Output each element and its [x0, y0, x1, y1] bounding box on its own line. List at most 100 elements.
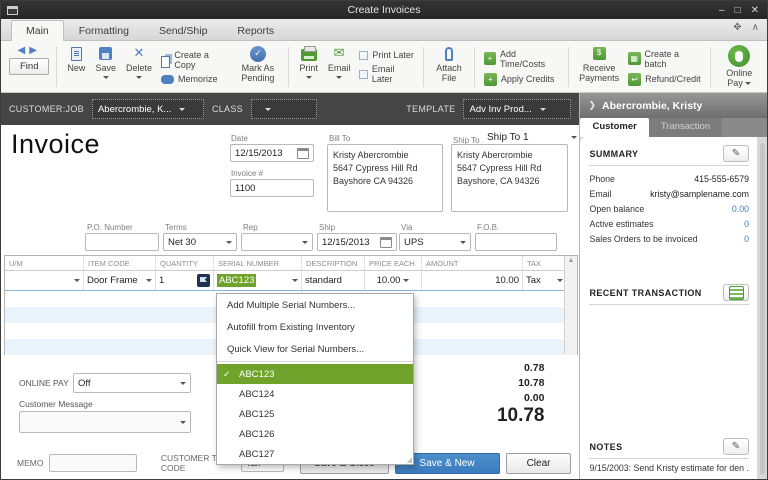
find-button[interactable]: Find: [9, 58, 50, 75]
class-select[interactable]: [250, 99, 317, 119]
online-pay-button[interactable]: Online Pay: [716, 44, 763, 90]
close-button[interactable]: ✕: [751, 5, 759, 16]
window-system-icon[interactable]: [7, 5, 18, 15]
forward-arrow-icon[interactable]: ▶: [29, 45, 41, 56]
clear-button[interactable]: Clear: [505, 452, 572, 474]
sales-orders-link[interactable]: 0: [744, 234, 749, 244]
serial-option-abc126[interactable]: ABC126: [217, 424, 413, 444]
delete-button[interactable]: ✕ Delete: [121, 44, 157, 90]
summary-row-sales-orders: Sales Orders to be invoiced 0: [589, 233, 749, 244]
create-a-copy-button[interactable]: Create a Copy: [160, 50, 228, 70]
create-a-batch-button[interactable]: ▦ Create a batch: [628, 49, 701, 69]
rep-select[interactable]: [241, 233, 313, 251]
online-pay-select[interactable]: Off: [73, 373, 191, 393]
report-icon: [728, 285, 744, 300]
add-time-costs-button[interactable]: + Add Time/Costs: [483, 49, 559, 69]
email-button[interactable]: ✉ Email: [323, 44, 356, 90]
edit-notes-button[interactable]: ✎: [723, 438, 749, 455]
table-scrollbar[interactable]: ▲: [564, 256, 577, 354]
memorize-button[interactable]: Memorize: [160, 74, 228, 84]
save-button[interactable]: Save: [90, 44, 121, 90]
bill-to-address[interactable]: Kristy Abercrombie 5647 Cypress Hill Rd …: [327, 144, 443, 212]
restore-panel-icon[interactable]: ✥: [733, 22, 741, 33]
item-code-cell[interactable]: Door Frame: [83, 271, 155, 290]
template-label: TEMPLATE: [406, 104, 456, 114]
menu-quick-view-serial-numbers[interactable]: Quick View for Serial Numbers...: [217, 338, 413, 360]
customer-job-select[interactable]: Abercrombie, K...: [91, 99, 204, 119]
receive-payments-button[interactable]: $ Receive Payments: [574, 44, 624, 90]
main-toolbar: ◀▶ Find New Save ✕ Delete Create a Copy …: [1, 41, 767, 93]
printer-icon: [300, 46, 317, 61]
maximize-button[interactable]: □: [735, 5, 741, 16]
recent-transaction-title: RECENT TRANSACTION: [589, 287, 702, 298]
back-arrow-icon[interactable]: ◀: [18, 45, 30, 56]
customer-job-bar: CUSTOMER:JOB Abercrombie, K... CLASS TEM…: [1, 93, 580, 125]
email-later-checkbox[interactable]: Email Later: [359, 64, 414, 84]
quantity-cell[interactable]: 1: [155, 271, 213, 290]
po-number-field[interactable]: [85, 233, 159, 251]
via-select[interactable]: UPS: [399, 233, 471, 251]
recent-transaction-report-button[interactable]: [723, 284, 749, 301]
refund-credit-button[interactable]: ↩ Refund/Credit: [628, 72, 701, 86]
active-estimates-link[interactable]: 0: [744, 219, 749, 229]
menu-add-multiple-serial-numbers[interactable]: Add Multiple Serial Numbers...: [217, 294, 413, 316]
print-button[interactable]: Print: [294, 44, 323, 90]
serial-option-abc123[interactable]: ✓ ABC123: [217, 364, 413, 384]
invoice-number-field[interactable]: 1100: [230, 179, 314, 197]
template-select[interactable]: Adv Inv Prod...: [463, 99, 572, 119]
serial-option-abc127[interactable]: ABC127: [217, 444, 413, 464]
panel-scrollbar[interactable]: [760, 143, 765, 475]
tab-customer[interactable]: Customer: [580, 118, 649, 137]
um-cell[interactable]: [5, 271, 83, 290]
collapse-ribbon-icon[interactable]: ∧: [752, 22, 759, 33]
fob-field[interactable]: [475, 233, 557, 251]
date-field[interactable]: 12/15/2013: [230, 144, 314, 162]
customer-message-select[interactable]: [19, 411, 191, 433]
tab-main[interactable]: Main: [11, 20, 64, 41]
serial-number-cell[interactable]: ABC123: [213, 271, 301, 290]
item-row[interactable]: Door Frame 1 ABC123 standard 10.00 10.00…: [5, 271, 577, 291]
collapse-panel-icon[interactable]: ❯: [588, 100, 596, 111]
terms-select[interactable]: Net 30: [163, 233, 237, 251]
attach-file-button[interactable]: Attach File: [429, 44, 469, 90]
calendar-icon[interactable]: [380, 236, 392, 248]
tab-formatting[interactable]: Formatting: [64, 20, 144, 40]
tab-reports[interactable]: Reports: [222, 20, 289, 40]
apply-credits-icon: +: [483, 72, 497, 86]
serial-number-icon[interactable]: [197, 274, 210, 287]
tab-send-ship[interactable]: Send/Ship: [144, 20, 222, 40]
new-button[interactable]: New: [62, 44, 90, 90]
ship-to-address[interactable]: Kristy Abercrombie 5647 Cypress Hill Rd …: [451, 144, 568, 212]
window-title: Create Invoices: [347, 4, 421, 16]
open-balance-link[interactable]: 0.00: [732, 204, 749, 214]
checkbox-icon: [359, 50, 369, 60]
ship-date-field[interactable]: 12/15/2013: [317, 233, 397, 251]
calendar-icon[interactable]: [297, 147, 309, 159]
apply-credits-button[interactable]: + Apply Credits: [483, 72, 559, 86]
tab-transaction[interactable]: Transaction: [648, 118, 723, 137]
side-panel-header[interactable]: ❯ Abercrombie, Kristy: [580, 93, 767, 118]
price-each-cell[interactable]: 10.00: [364, 271, 421, 290]
customer-message-label: Customer Message: [19, 399, 93, 409]
tax-cell[interactable]: Tax: [522, 271, 566, 290]
invoice-number-label: Invoice #: [231, 169, 264, 178]
memo-field[interactable]: [49, 454, 137, 472]
mark-as-pending-button[interactable]: ✓ Mark As Pending: [232, 44, 283, 90]
ship-to-select[interactable]: Ship To 1: [487, 132, 577, 143]
rep-label: Rep: [243, 223, 258, 232]
amount-cell[interactable]: 10.00: [421, 271, 522, 290]
save-icon: [99, 47, 113, 60]
pencil-icon: ✎: [731, 148, 741, 159]
scroll-up-icon[interactable]: ▲: [568, 257, 575, 354]
print-later-checkbox[interactable]: Print Later: [359, 50, 414, 60]
resize-handle[interactable]: ◢: [407, 456, 412, 464]
edit-summary-button[interactable]: ✎: [723, 145, 749, 162]
description-cell[interactable]: standard: [301, 271, 364, 290]
serial-option-abc124[interactable]: ABC124: [217, 384, 413, 404]
add-time-costs-icon: +: [483, 52, 496, 65]
email-icon: ✉: [333, 45, 345, 61]
menu-autofill-from-inventory[interactable]: Autofill from Existing Inventory: [217, 316, 413, 338]
serial-option-abc125[interactable]: ABC125: [217, 404, 413, 424]
class-label: CLASS: [211, 104, 243, 114]
minimize-button[interactable]: –: [719, 5, 725, 16]
